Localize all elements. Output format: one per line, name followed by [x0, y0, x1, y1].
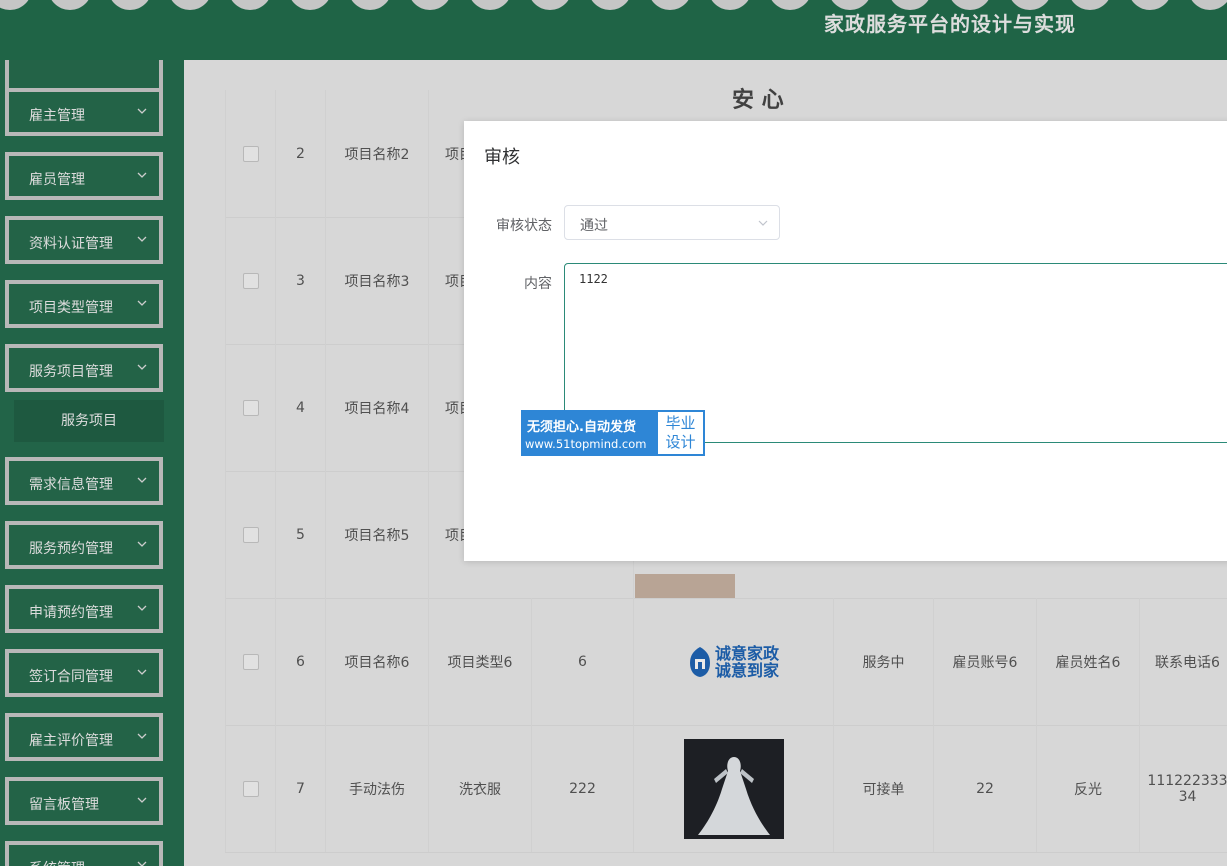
watermark-text: 无须担心.自动发货 www.51topmind.com	[523, 412, 657, 454]
status-select[interactable]: 通过	[564, 205, 780, 240]
watermark-tag-line1: 毕业	[665, 414, 696, 432]
chevron-down-icon	[758, 220, 768, 226]
dialog-title: 审核	[484, 147, 520, 168]
watermark-tag-line2: 设计	[665, 433, 696, 451]
status-select-value: 通过	[580, 218, 608, 234]
watermark-line2: www.51topmind.com	[525, 437, 647, 451]
status-label: 审核状态	[496, 218, 552, 234]
watermark-badge: 无须担心.自动发货 www.51topmind.com 毕业 设计	[521, 410, 705, 456]
content-label: 内容	[524, 276, 552, 292]
watermark-line1: 无须担心.自动发货	[527, 420, 636, 435]
watermark-tag: 毕业 设计	[658, 412, 703, 454]
review-dialog: 审核 审核状态 通过 内容 1122	[464, 121, 1227, 561]
